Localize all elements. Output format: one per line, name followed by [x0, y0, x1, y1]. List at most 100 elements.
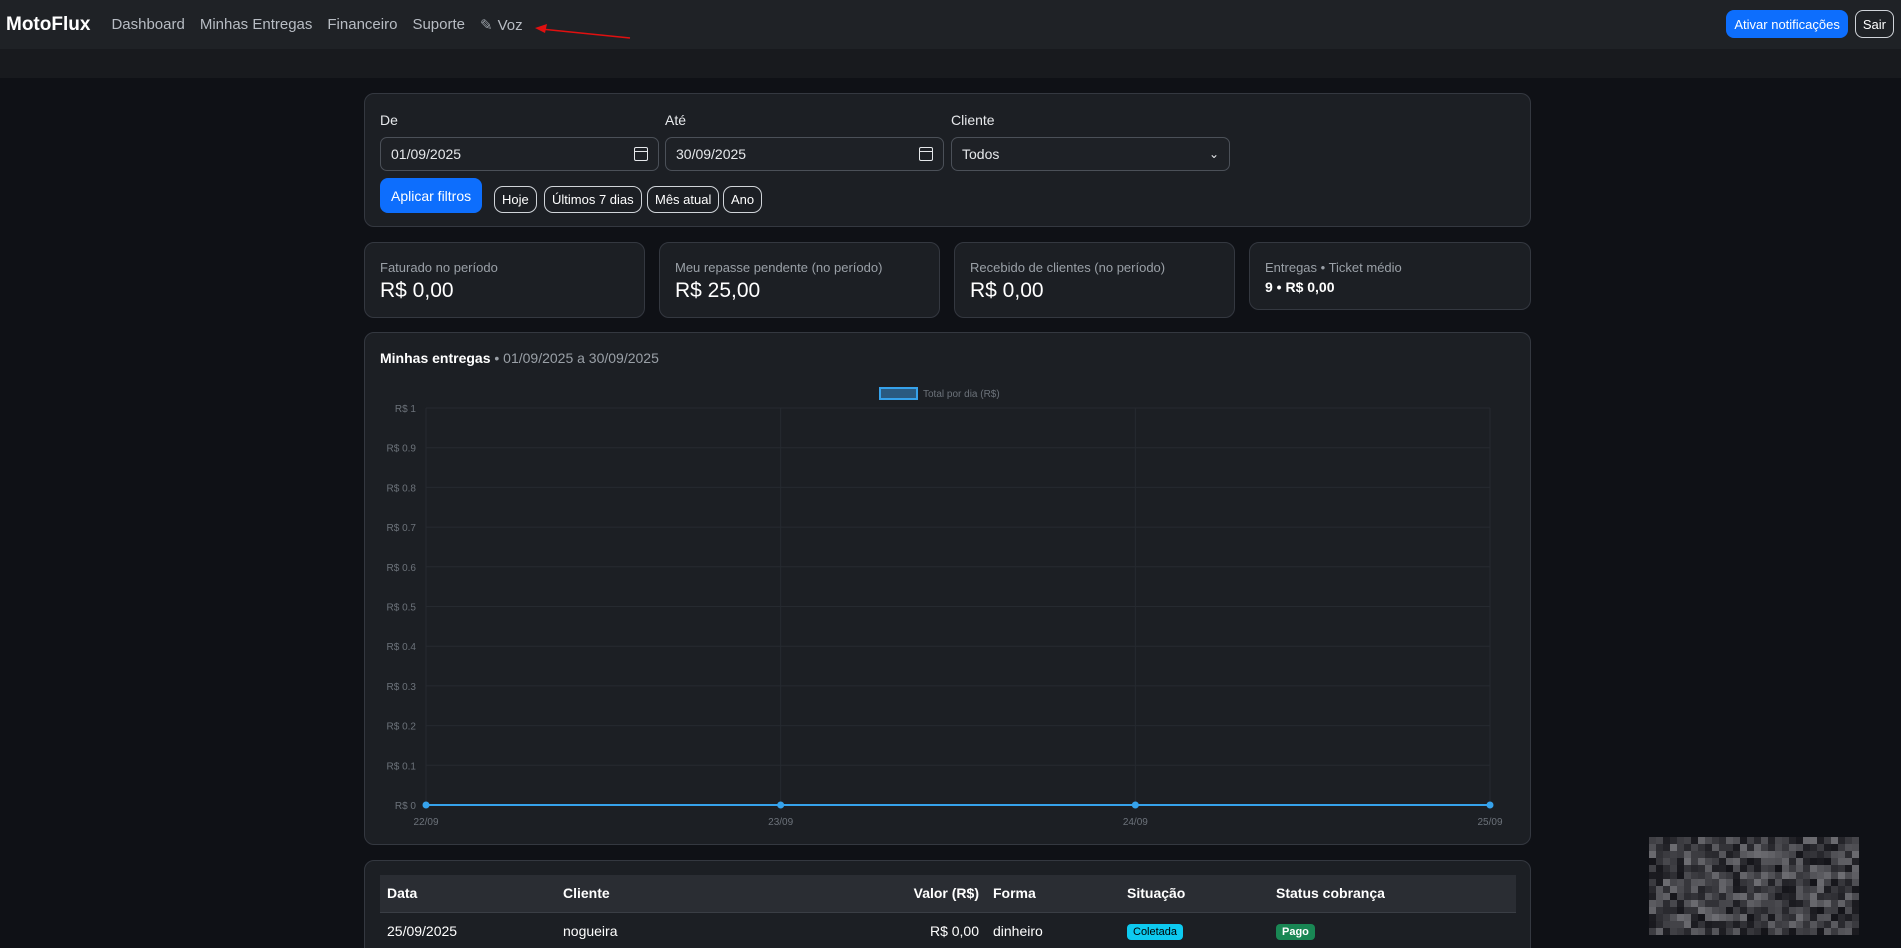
pixel-block	[1733, 858, 1740, 865]
pixel-block	[1747, 886, 1754, 893]
from-date-input[interactable]: 01/09/2025	[380, 137, 659, 171]
pixel-block	[1705, 907, 1712, 914]
pixel-block	[1817, 914, 1824, 921]
pixel-block	[1740, 837, 1747, 844]
pixel-block	[1852, 921, 1859, 928]
calendar-icon[interactable]	[919, 147, 933, 161]
pixel-block	[1845, 865, 1852, 872]
pixel-block	[1677, 879, 1684, 886]
col-cliente[interactable]: Cliente	[556, 875, 776, 912]
pixel-block	[1684, 858, 1691, 865]
brand-logo[interactable]: MotoFlux	[6, 14, 90, 36]
pixel-block	[1754, 928, 1761, 935]
pixel-block	[1845, 879, 1852, 886]
pixel-block	[1761, 928, 1768, 935]
pixel-block	[1712, 865, 1719, 872]
pixel-block	[1649, 921, 1656, 928]
nav-financeiro[interactable]: Financeiro	[327, 16, 397, 33]
x-tick-label: 23/09	[768, 817, 793, 828]
pixel-block	[1649, 928, 1656, 935]
pixel-block	[1845, 893, 1852, 900]
enable-notifications-button[interactable]: Ativar notificações	[1726, 10, 1848, 38]
pixel-block	[1670, 837, 1677, 844]
pixel-block	[1649, 914, 1656, 921]
pixel-block	[1817, 893, 1824, 900]
client-select[interactable]: Todos ⌄	[951, 137, 1230, 171]
pixel-block	[1761, 914, 1768, 921]
pixel-block	[1775, 865, 1782, 872]
pixel-block	[1831, 900, 1838, 907]
pixel-block	[1761, 837, 1768, 844]
col-valor[interactable]: Valor (R$)	[776, 875, 986, 912]
quick-last7-button[interactable]: Últimos 7 dias	[544, 186, 642, 213]
table-row[interactable]: 25/09/2025 nogueira R$ 0,00 dinheiro Col…	[380, 911, 1516, 948]
pixel-block	[1754, 844, 1761, 851]
pixel-block	[1684, 900, 1691, 907]
pixel-block	[1712, 837, 1719, 844]
pixel-block	[1761, 921, 1768, 928]
pixel-block	[1684, 928, 1691, 935]
y-tick-label: R$ 0	[395, 801, 417, 812]
pixel-block	[1712, 851, 1719, 858]
pixel-block	[1670, 900, 1677, 907]
pixel-block	[1768, 837, 1775, 844]
y-tick-label: R$ 0.2	[387, 722, 417, 733]
pixel-block	[1649, 865, 1656, 872]
pixel-block	[1845, 921, 1852, 928]
pixel-block	[1754, 893, 1761, 900]
pixel-block	[1775, 872, 1782, 879]
calendar-icon[interactable]	[634, 147, 648, 161]
pixel-block	[1817, 858, 1824, 865]
pixel-block	[1782, 879, 1789, 886]
pixel-block	[1810, 872, 1817, 879]
logout-button[interactable]: Sair	[1854, 10, 1894, 38]
pixel-block	[1838, 886, 1845, 893]
to-date-input[interactable]: 30/09/2025	[665, 137, 944, 171]
pixel-block	[1775, 844, 1782, 851]
pixel-block	[1810, 886, 1817, 893]
pixel-block	[1845, 872, 1852, 879]
col-status-cobranca[interactable]: Status cobrança	[1269, 875, 1516, 912]
pixel-block	[1733, 900, 1740, 907]
nav-suporte[interactable]: Suporte	[412, 16, 465, 33]
pixel-block	[1796, 844, 1803, 851]
pixel-block	[1845, 928, 1852, 935]
pixel-block	[1747, 865, 1754, 872]
y-tick-label: R$ 1	[395, 404, 417, 415]
pixel-block	[1803, 872, 1810, 879]
pixel-block	[1726, 921, 1733, 928]
pixel-block	[1698, 858, 1705, 865]
pixel-block	[1789, 893, 1796, 900]
col-situacao[interactable]: Situação	[1120, 875, 1269, 912]
pixel-block	[1726, 907, 1733, 914]
pixel-block	[1740, 851, 1747, 858]
pixel-block	[1768, 851, 1775, 858]
quick-year-button[interactable]: Ano	[723, 186, 763, 213]
pixel-block	[1740, 879, 1747, 886]
pixel-block	[1726, 837, 1733, 844]
pixel-block	[1698, 921, 1705, 928]
pixel-block	[1719, 851, 1726, 858]
col-data[interactable]: Data	[380, 875, 556, 912]
quick-month-button[interactable]: Mês atual	[647, 186, 720, 213]
pixel-block	[1817, 837, 1824, 844]
pixel-block	[1670, 907, 1677, 914]
col-forma[interactable]: Forma	[986, 875, 1120, 912]
nav-voz[interactable]: ✎ Voz	[480, 16, 523, 34]
apply-filters-button[interactable]: Aplicar filtros	[380, 178, 483, 213]
pixel-block	[1831, 879, 1838, 886]
nav-minhas-entregas[interactable]: Minhas Entregas	[200, 16, 313, 33]
pixel-block	[1698, 865, 1705, 872]
cell-situacao: Coletada	[1120, 911, 1269, 948]
deliveries-chart-card: Minhas entregas • 01/09/2025 a 30/09/202…	[364, 332, 1531, 845]
pixel-block	[1677, 886, 1684, 893]
nav-dashboard[interactable]: Dashboard	[111, 16, 184, 33]
pixel-block	[1796, 921, 1803, 928]
pixel-block	[1677, 872, 1684, 879]
from-label: De	[380, 112, 398, 128]
pixel-block	[1691, 837, 1698, 844]
quick-today-button[interactable]: Hoje	[494, 186, 537, 213]
pixel-block	[1754, 851, 1761, 858]
pixel-block	[1768, 893, 1775, 900]
pixel-block	[1663, 921, 1670, 928]
